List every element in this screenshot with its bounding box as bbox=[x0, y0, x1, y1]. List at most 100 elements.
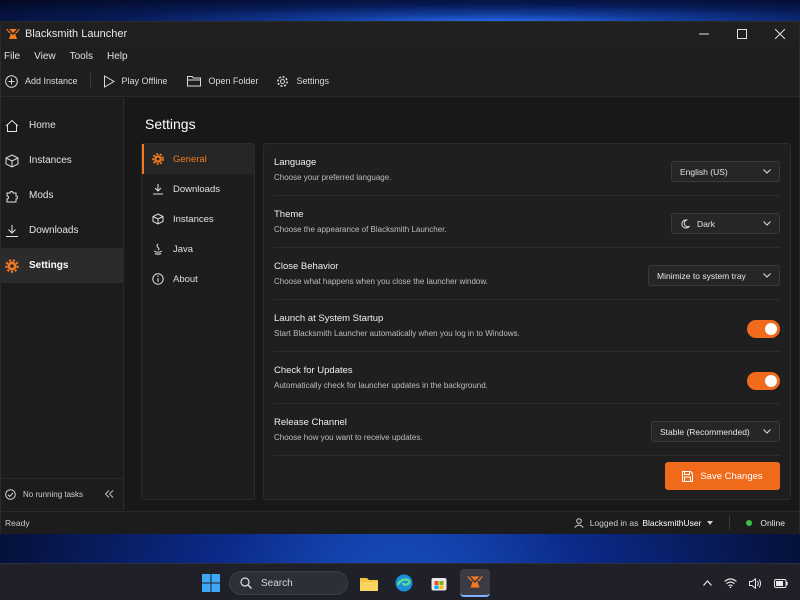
theme-select[interactable]: Dark bbox=[671, 213, 780, 234]
setting-title: Theme bbox=[274, 209, 304, 220]
wifi-icon[interactable] bbox=[724, 578, 737, 588]
sidebar-item-label: Downloads bbox=[29, 225, 79, 236]
settings-content: Settings General Downloads Instances Jav… bbox=[125, 98, 799, 510]
status-divider bbox=[729, 516, 731, 530]
battery-icon[interactable] bbox=[774, 578, 788, 588]
setting-title: Language bbox=[274, 157, 317, 168]
settings-subnav: General Downloads Instances Java About bbox=[141, 143, 255, 500]
gear-icon bbox=[277, 75, 289, 87]
subnav-label: Java bbox=[173, 243, 194, 255]
desktop-wallpaper bbox=[0, 0, 800, 22]
anvil-logo-icon bbox=[3, 24, 23, 44]
status-ready: Ready bbox=[5, 518, 30, 528]
language-select[interactable]: English (US) bbox=[671, 161, 780, 182]
status-bar: Ready Logged in as BlacksmithUser Online bbox=[1, 511, 799, 534]
toolbar: Add Instance Play Offline Open Folder Se… bbox=[1, 66, 799, 97]
blacksmith-taskbar-icon[interactable] bbox=[460, 569, 490, 597]
toolbar-settings-label: Settings bbox=[296, 76, 329, 86]
menu-tools[interactable]: Tools bbox=[70, 51, 93, 62]
online-label: Online bbox=[760, 518, 785, 528]
save-changes-button[interactable]: Save Changes bbox=[665, 462, 780, 490]
subnav-downloads[interactable]: Downloads bbox=[142, 174, 254, 204]
setting-description: Choose how you want to receive updates. bbox=[274, 433, 423, 442]
chevron-down-icon bbox=[763, 273, 771, 278]
home-icon bbox=[5, 119, 19, 132]
subnav-java[interactable]: Java bbox=[142, 234, 254, 264]
setting-description: Choose what happens when you close the l… bbox=[274, 277, 488, 286]
sidebar-item-label: Instances bbox=[29, 155, 72, 166]
download-icon bbox=[6, 224, 18, 237]
sidebar-item-label: Settings bbox=[29, 260, 69, 271]
close-behavior-select[interactable]: Minimize to system tray bbox=[648, 265, 780, 286]
updates-toggle[interactable] bbox=[747, 372, 780, 390]
startup-toggle[interactable] bbox=[747, 320, 780, 338]
sidebar-item-instances[interactable]: Instances bbox=[1, 143, 123, 178]
setting-description: Choose your preferred language. bbox=[274, 173, 392, 182]
subnav-general[interactable]: General bbox=[142, 144, 254, 174]
subnav-instances[interactable]: Instances bbox=[142, 204, 254, 234]
close-icon[interactable] bbox=[761, 22, 799, 46]
menu-help[interactable]: Help bbox=[107, 51, 128, 62]
speaker-icon[interactable] bbox=[749, 577, 762, 589]
subnav-label: General bbox=[173, 153, 207, 165]
sidebar-item-mods[interactable]: Mods bbox=[1, 178, 123, 213]
plus-circle-icon bbox=[5, 74, 18, 88]
windows-start-icon[interactable] bbox=[197, 569, 225, 597]
task-status: No running tasks bbox=[1, 478, 124, 510]
setting-release-channel: Release Channel Choose how you want to r… bbox=[274, 404, 780, 456]
maximize-icon[interactable] bbox=[723, 22, 761, 46]
menu-bar: File View Tools Help bbox=[1, 46, 799, 66]
setting-check-updates: Check for Updates Automatically check fo… bbox=[274, 352, 780, 404]
open-folder-button[interactable]: Open Folder bbox=[187, 66, 258, 96]
setting-title: Release Channel bbox=[274, 417, 347, 428]
chevron-down-icon bbox=[763, 221, 771, 226]
logged-in-label: Logged in as bbox=[589, 518, 639, 528]
setting-startup: Launch at System Startup Start Blacksmit… bbox=[274, 300, 780, 352]
minimize-icon[interactable] bbox=[685, 22, 723, 46]
setting-close-behavior: Close Behavior Choose what happens when … bbox=[274, 248, 780, 300]
main-area: Home Instances Mods Downloads Settings N… bbox=[1, 98, 799, 510]
general-settings-panel: Language Choose your preferred language.… bbox=[263, 143, 791, 500]
edge-browser-icon[interactable] bbox=[390, 569, 418, 597]
sidebar-item-settings[interactable]: Settings bbox=[1, 248, 123, 283]
toolbar-settings-button[interactable]: Settings bbox=[276, 66, 329, 96]
chevron-up-icon[interactable] bbox=[703, 580, 712, 586]
sidebar: Home Instances Mods Downloads Settings N… bbox=[1, 98, 124, 510]
folder-icon bbox=[187, 76, 202, 87]
moon-icon bbox=[681, 218, 690, 228]
subnav-about[interactable]: About bbox=[142, 264, 254, 294]
subnav-label: About bbox=[173, 273, 198, 285]
search-placeholder: Search bbox=[261, 577, 293, 589]
setting-language: Language Choose your preferred language.… bbox=[274, 144, 780, 196]
subnav-label: Downloads bbox=[173, 183, 220, 195]
gear-icon bbox=[152, 153, 164, 165]
menu-file[interactable]: File bbox=[4, 51, 20, 62]
launcher-window: Blacksmith Launcher File View Tools Help… bbox=[0, 21, 800, 534]
theme-value: Dark bbox=[697, 218, 715, 229]
taskbar-search[interactable]: Search bbox=[229, 571, 348, 595]
chevron-down-icon bbox=[763, 429, 771, 434]
collapse-sidebar-icon[interactable] bbox=[104, 489, 114, 500]
toggle-knob bbox=[765, 375, 777, 387]
play-offline-button[interactable]: Play Offline bbox=[103, 66, 167, 96]
account-menu[interactable]: Logged in as BlacksmithUser bbox=[574, 518, 714, 528]
windows-taskbar: Search bbox=[0, 563, 800, 600]
release-channel-select[interactable]: Stable (Recommended) bbox=[651, 421, 780, 442]
save-changes-label: Save Changes bbox=[700, 470, 763, 482]
setting-title: Check for Updates bbox=[274, 365, 353, 376]
download-icon bbox=[153, 184, 163, 195]
page-title: Settings bbox=[145, 116, 196, 132]
file-explorer-icon[interactable] bbox=[355, 569, 383, 597]
add-instance-label: Add Instance bbox=[25, 76, 78, 86]
online-dot bbox=[746, 520, 753, 526]
setting-theme: Theme Choose the appearance of Blacksmit… bbox=[274, 196, 780, 248]
username: BlacksmithUser bbox=[642, 518, 702, 528]
release-channel-value: Stable (Recommended) bbox=[660, 426, 750, 437]
search-icon bbox=[240, 577, 252, 589]
sidebar-item-downloads[interactable]: Downloads bbox=[1, 213, 123, 248]
chevron-down-icon bbox=[763, 169, 771, 174]
sidebar-item-home[interactable]: Home bbox=[1, 108, 123, 143]
store-icon[interactable] bbox=[425, 569, 453, 597]
add-instance-button[interactable]: Add Instance bbox=[5, 66, 78, 96]
menu-view[interactable]: View bbox=[34, 51, 56, 62]
